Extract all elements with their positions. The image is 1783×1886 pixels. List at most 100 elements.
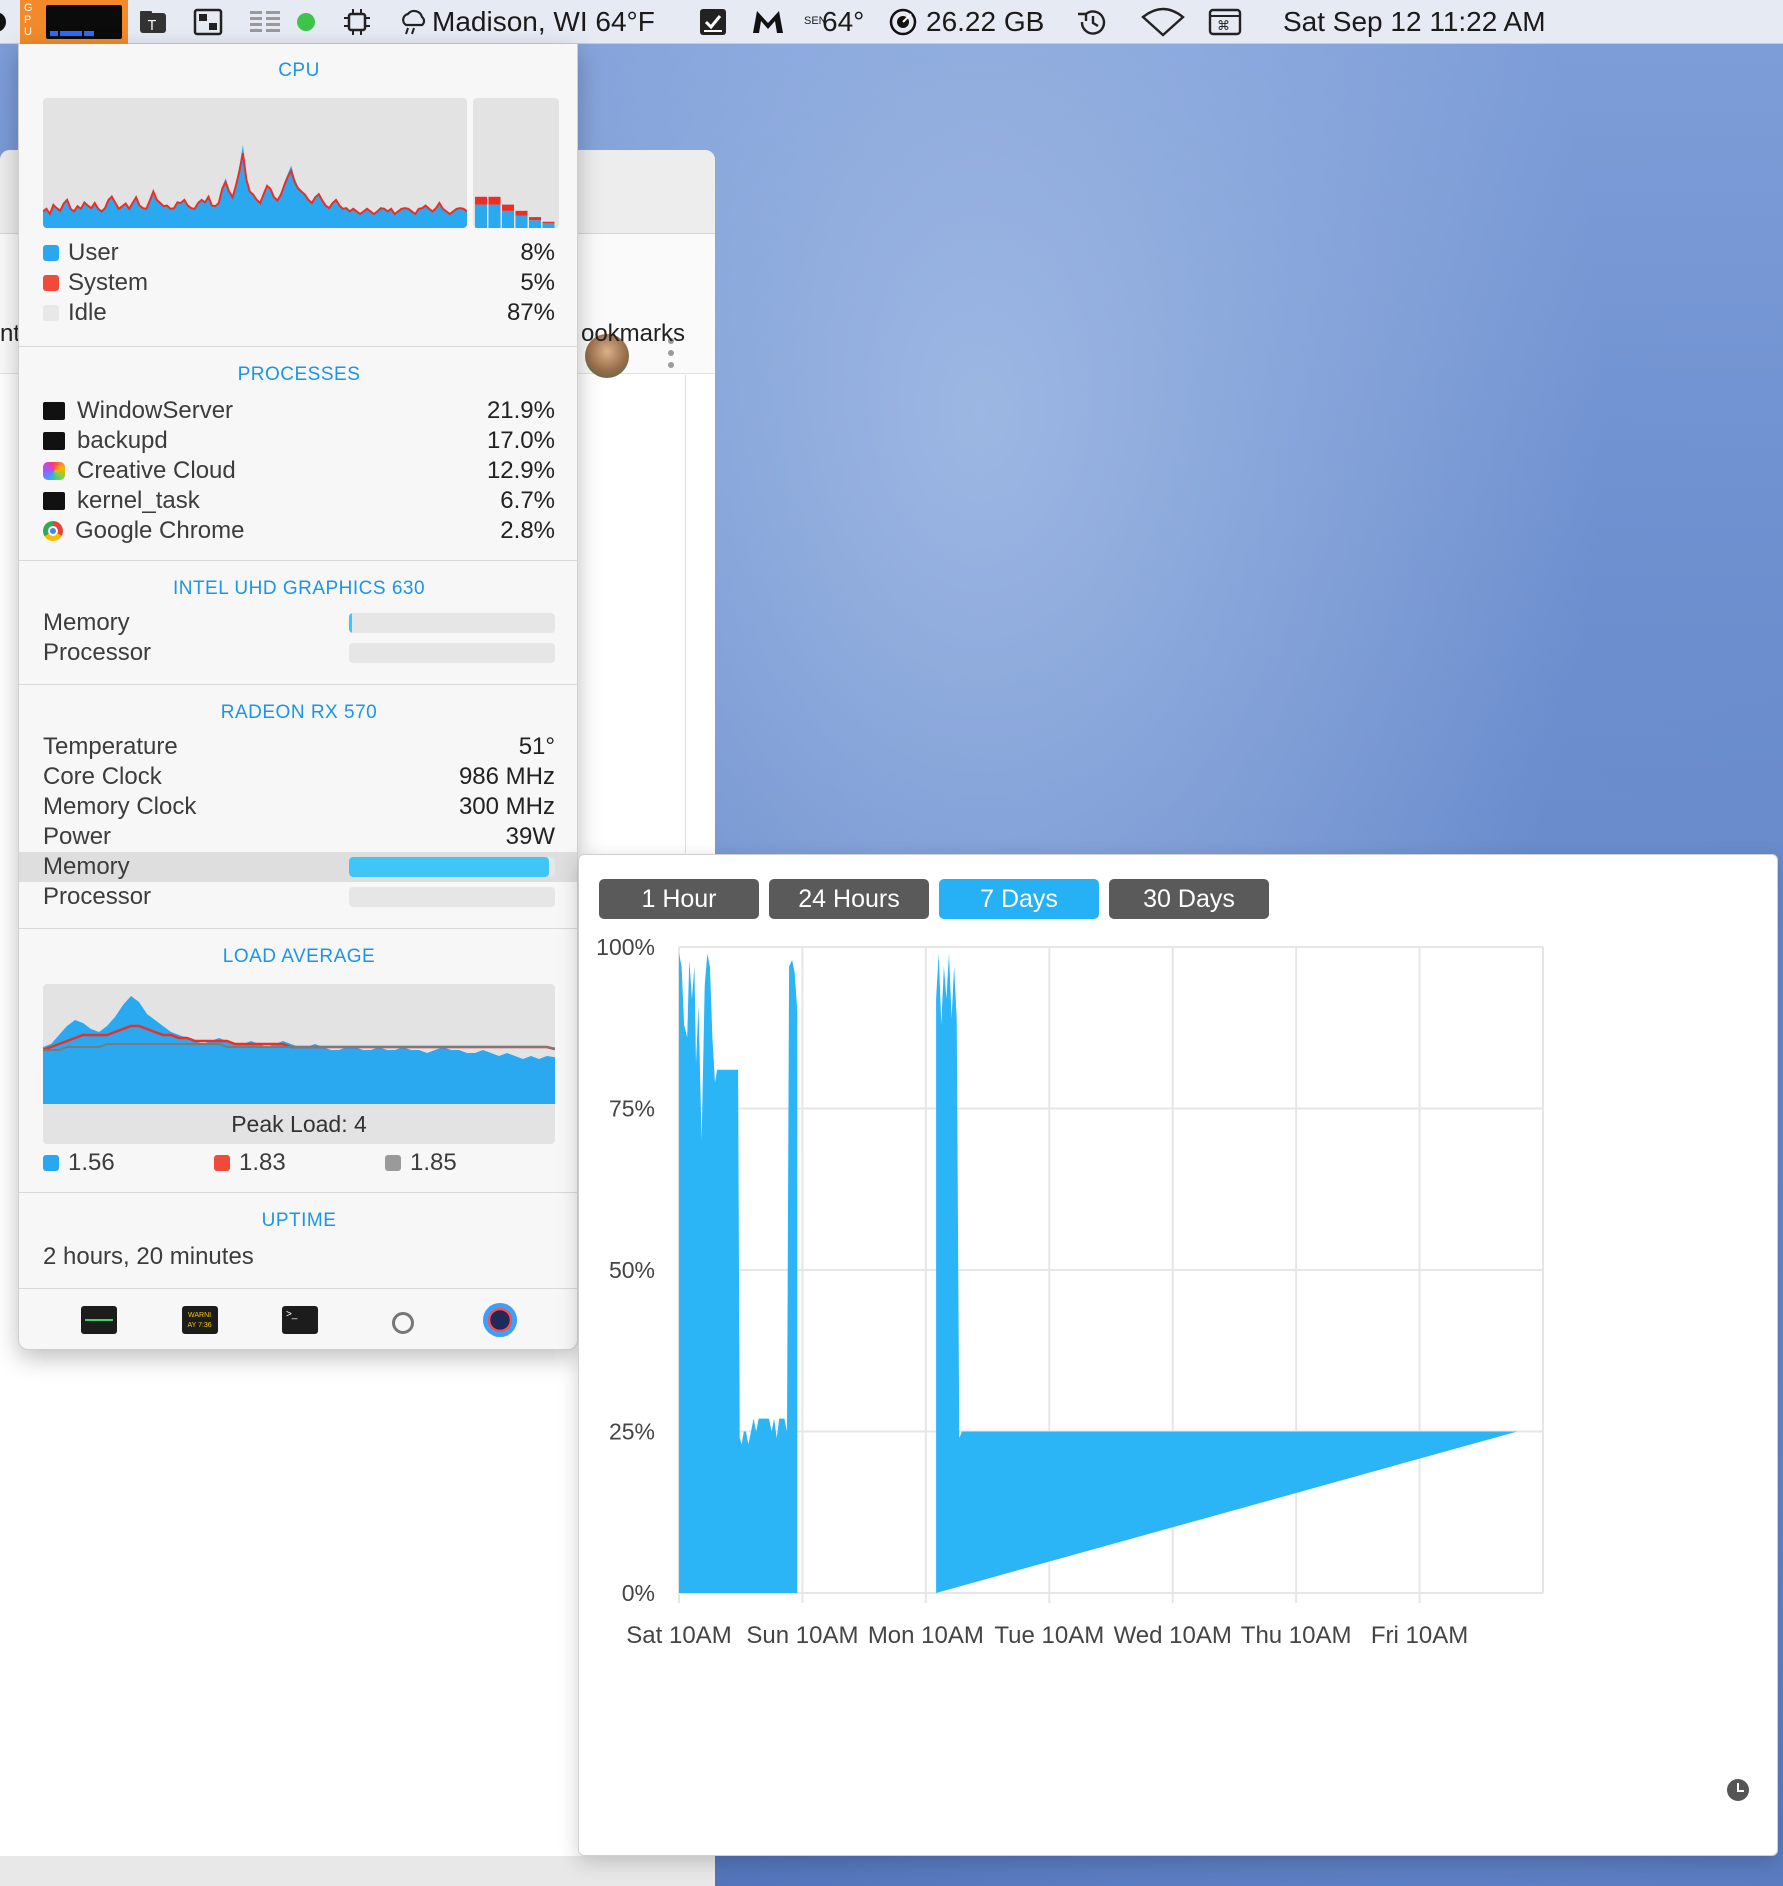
- y-tick-label: 100%: [596, 935, 655, 960]
- cpu-core-system-bar: [502, 204, 514, 211]
- gpu-menubar-item[interactable]: GPU: [20, 0, 128, 44]
- process-row[interactable]: kernel_task 6.7%: [43, 486, 555, 516]
- y-tick-label: 50%: [609, 1257, 655, 1283]
- terminal-icon: [43, 402, 65, 420]
- radeon-stat-label: Power: [43, 823, 112, 850]
- console-icon[interactable]: WARNI AY 7:36: [181, 1306, 218, 1334]
- tab-30-days[interactable]: 30 Days: [1109, 879, 1269, 919]
- tasks-check-icon[interactable]: [698, 0, 728, 44]
- intel-memory-bar: [349, 613, 555, 633]
- tab-24-hours[interactable]: 24 Hours: [769, 879, 929, 919]
- radeon-stat-label: Core Clock: [43, 763, 162, 790]
- load-1m-area: [43, 996, 555, 1104]
- section-divider: [19, 684, 579, 685]
- svg-text:⌘: ⌘: [1217, 19, 1230, 34]
- menu-list-icon[interactable]: [248, 0, 284, 44]
- radeon-memory-row[interactable]: Memory: [43, 852, 555, 882]
- radeon-temperature-row: Temperature 51°: [43, 732, 555, 762]
- cpu-chip-icon[interactable]: [342, 0, 372, 44]
- system-swatch-icon: [43, 275, 59, 291]
- malwarebytes-icon[interactable]: [750, 0, 786, 44]
- terminal-icon: [43, 432, 65, 450]
- radeon-stat-label: Temperature: [43, 733, 178, 760]
- section-divider: [19, 560, 579, 561]
- cpu-idle-row: Idle 87%: [43, 298, 555, 328]
- svg-text:T: T: [147, 19, 156, 34]
- cpu-user-area: [43, 144, 467, 228]
- section-divider: [19, 1288, 579, 1289]
- process-row[interactable]: Creative Cloud 12.9%: [43, 456, 555, 486]
- radeon-stat-value: 986 MHz: [458, 763, 555, 790]
- process-row[interactable]: WindowServer 21.9%: [43, 396, 555, 426]
- weather-text: Madison, WI 64°F: [432, 5, 655, 37]
- y-tick-label: 0%: [622, 1580, 655, 1606]
- uptime-value: 2 hours, 20 minutes: [43, 1243, 254, 1270]
- temperature-text: 64°: [822, 5, 865, 37]
- intel-gpu-section-title: INTEL UHD GRAPHICS 630: [172, 578, 426, 599]
- activity-monitor-icon[interactable]: [81, 1306, 118, 1334]
- section-divider: [19, 1192, 579, 1193]
- chrome-icon: [43, 521, 63, 541]
- wifi-icon[interactable]: [1141, 0, 1185, 44]
- radeon-core-clock-row: Core Clock 986 MHz: [43, 762, 555, 792]
- radeon-stat-label: Memory Clock: [43, 793, 197, 820]
- radeon-memory-bar: [349, 857, 555, 877]
- process-row[interactable]: Google Chrome 2.8%: [43, 516, 555, 546]
- load-5m-value: 1.83: [239, 1149, 286, 1176]
- section-divider: [19, 346, 579, 347]
- tab-7-days[interactable]: 7 Days: [939, 879, 1099, 919]
- cpu-core-system-bar: [529, 217, 541, 221]
- clock-datetime[interactable]: Sat Sep 12 11:22 AM: [1283, 0, 1546, 44]
- process-row[interactable]: backupd 17.0%: [43, 426, 555, 456]
- weather-menubar-item[interactable]: Madison, WI 64°F: [398, 0, 655, 44]
- istat-icon[interactable]: [482, 1303, 517, 1337]
- x-tick-label: Thu 10AM: [1241, 1622, 1352, 1649]
- cpu-core-system-bar: [515, 210, 528, 216]
- x-tick-label: Sun 10AM: [746, 1622, 858, 1649]
- load-history-graph: [43, 984, 555, 1104]
- window-bottom-strip: [0, 1856, 715, 1886]
- x-tick-label: Sat 10AM: [626, 1622, 731, 1649]
- disk-icon: [889, 8, 917, 35]
- menu-bar: GPU T Madison, WI 64°F SEN 64° 26.22 GB: [0, 0, 1783, 44]
- x-tick-label: Mon 10AM: [868, 1622, 984, 1649]
- radeon-memory-fill: [349, 857, 549, 877]
- time-machine-icon[interactable]: [1074, 0, 1110, 44]
- cpu-history-graph: [43, 98, 467, 228]
- tab-1-hour[interactable]: 1 Hour: [599, 879, 759, 919]
- sensor-menubar-item[interactable]: SEN 64°: [804, 0, 864, 44]
- cpu-core-system-bar: [542, 221, 555, 224]
- terminal-icon: [43, 492, 65, 510]
- usage-history-chart: 100% 75% 50% 25% 0% Sat 10AM Sun 10AM Mon 10AM T…: [596, 935, 1544, 1649]
- terminal-icon[interactable]: [281, 1306, 318, 1334]
- radeon-memory-clock-row: Memory Clock 300 MHz: [43, 792, 555, 822]
- status-dot-icon[interactable]: [295, 0, 317, 44]
- process-cpu-value: 12.9%: [486, 457, 555, 484]
- process-cpu-value: 17.0%: [486, 427, 555, 454]
- load-1m-swatch-icon: [43, 1155, 59, 1171]
- keyboard-shortcut-icon[interactable]: ⌘: [1208, 0, 1242, 44]
- radeon-power-row: Power 39W: [43, 822, 555, 852]
- window-manager-icon[interactable]: [193, 0, 223, 44]
- load-1m-value: 1.56: [68, 1149, 115, 1176]
- process-name: backupd: [77, 427, 168, 454]
- cpu-core-user-bar: [475, 204, 487, 228]
- disk-menubar-item[interactable]: 26.22 GB: [888, 0, 1044, 44]
- radeon-stat-value: 51°: [518, 733, 555, 760]
- apple-menu-icon[interactable]: [0, 0, 8, 44]
- clock-icon[interactable]: [1727, 1779, 1749, 1801]
- transmit-icon[interactable]: T: [138, 0, 168, 44]
- user-swatch-icon: [43, 245, 59, 261]
- cpu-core-system-bar: [475, 196, 487, 205]
- bookmarks-label[interactable]: ookmarks: [581, 320, 685, 348]
- disk-utility-icon[interactable]: [382, 1306, 418, 1334]
- cpu-user-value: 8%: [520, 239, 555, 266]
- stats-dropdown-panel: CPU User 8% System 5% Idle 87% PROCESSES…: [18, 44, 579, 1350]
- uptime-section-title: UPTIME: [261, 1210, 337, 1231]
- process-name: Creative Cloud: [77, 457, 236, 484]
- creative-cloud-icon: [43, 462, 65, 480]
- intel-memory-label: Memory: [43, 609, 130, 636]
- usage-area: [936, 953, 1518, 1593]
- radeon-stat-value: 39W: [505, 823, 555, 850]
- y-tick-label: 25%: [609, 1419, 655, 1445]
